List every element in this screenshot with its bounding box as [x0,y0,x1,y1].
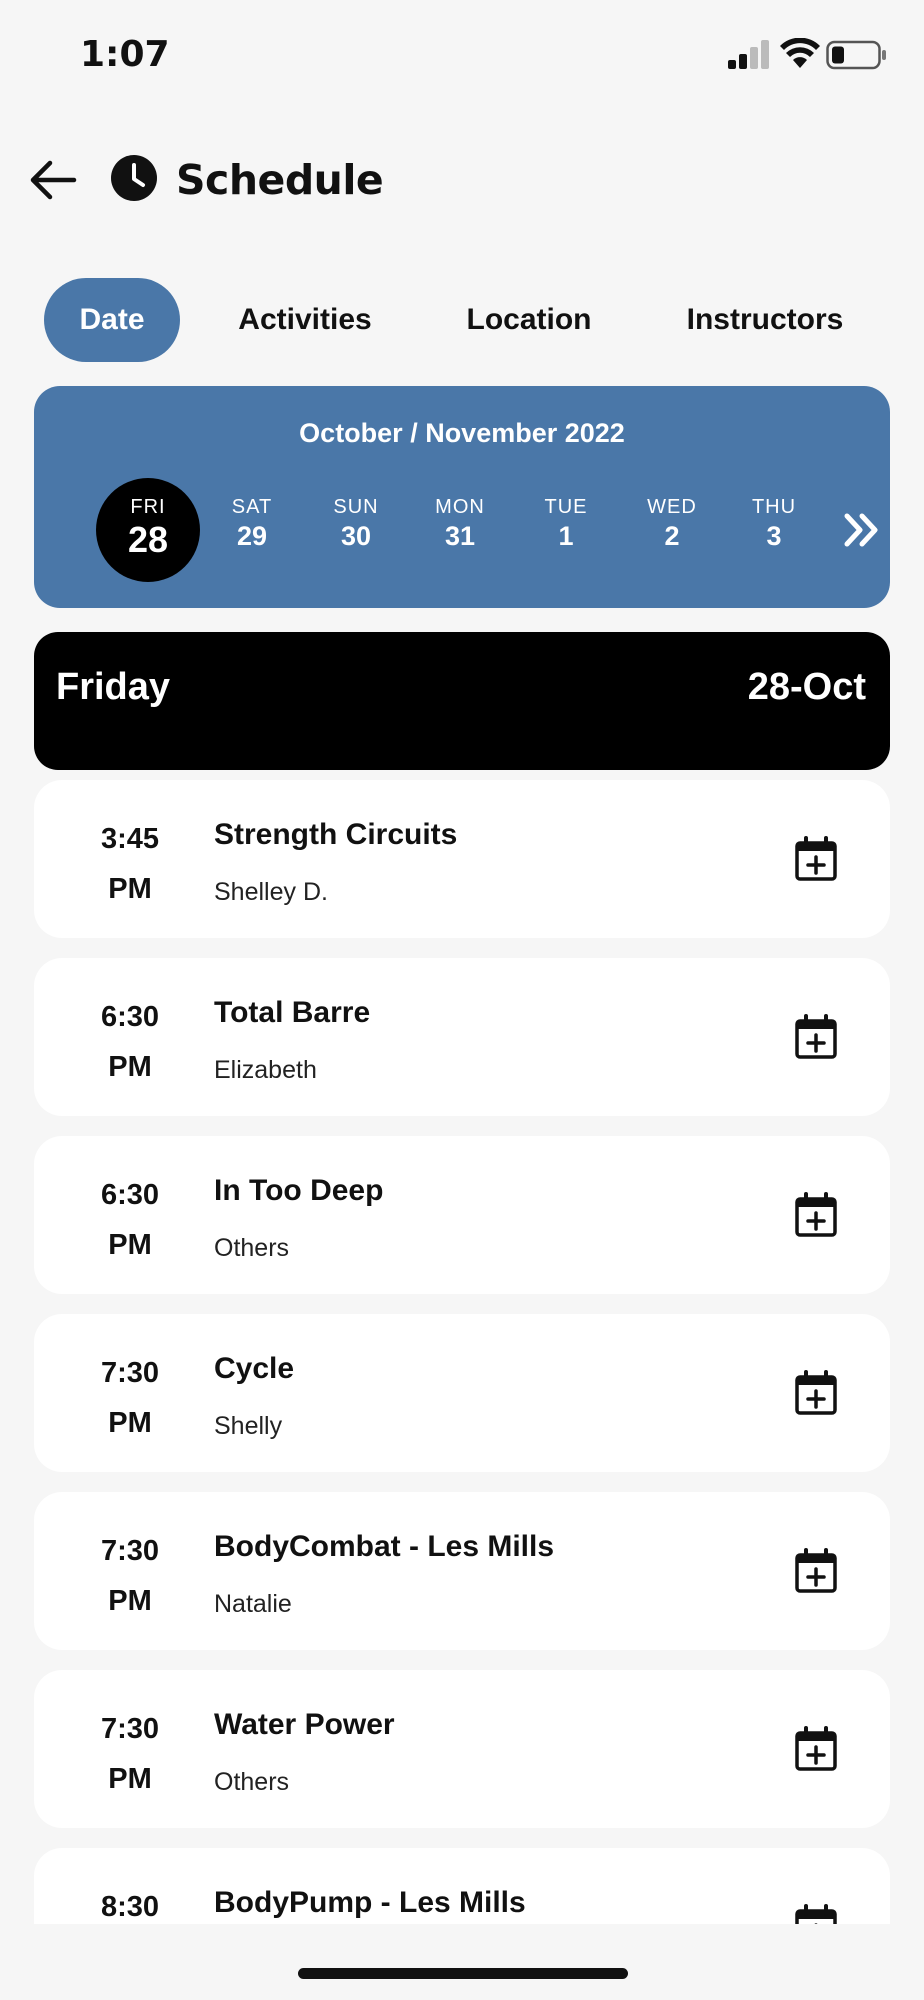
class-time: 8:30 PM [70,1882,190,1924]
clock-icon [111,155,157,201]
class-name: BodyPump - Les Mills [214,1886,526,1919]
class-time: 6:30 PM [70,992,190,1092]
class-name: Water Power [214,1708,395,1741]
day-number: 3 [766,521,782,551]
day-mon-31[interactable]: MON 31 [408,478,512,582]
day-name: THU [751,496,797,518]
page-title: Schedule [176,156,384,204]
class-time: 7:30 PM [70,1704,190,1804]
tab-date[interactable]: Date [44,278,180,362]
day-sat-29[interactable]: SAT 29 [200,478,304,582]
day-header-date: 28-Oct [747,666,866,708]
class-card[interactable]: 7:30 PM Cycle Shelly [34,1314,890,1472]
class-time-value: 3:45 [100,823,160,855]
class-card[interactable]: 7:30 PM BodyCombat - Les Mills Natalie [34,1492,890,1650]
calendar-add-icon[interactable] [794,1370,838,1416]
class-instructor: Others [214,1768,290,1796]
class-time-ampm: PM [108,1585,152,1617]
class-instructor: Elizabeth [214,1056,317,1084]
day-tue-1[interactable]: TUE 1 [514,478,618,582]
class-time-value: 7:30 [100,1357,160,1389]
day-name: WED [647,496,697,518]
double-chevron-right-icon[interactable] [842,510,882,550]
class-card[interactable]: 7:30 PM Water Power Others [34,1670,890,1828]
class-time-ampm: PM [108,1407,152,1439]
tab-activities[interactable]: Activities [220,278,390,362]
class-name: Total Barre [214,996,371,1029]
day-name: MON [435,496,485,518]
class-instructor: Shelley D. [214,878,328,906]
class-card[interactable]: 6:30 PM In Too Deep Others [34,1136,890,1294]
day-number: 28 [127,519,169,560]
calendar-add-icon[interactable] [794,1548,838,1594]
class-time-value: 8:30 [100,1891,160,1923]
day-name: FRI [130,496,166,518]
month-label: October / November 2022 [299,418,625,448]
day-name: SUN [333,496,379,518]
day-fri-28[interactable]: FRI 28 [96,478,200,582]
day-header: Friday 28-Oct [34,632,890,770]
day-wed-2[interactable]: WED 2 [620,478,724,582]
class-time-value: 7:30 [100,1535,160,1567]
class-card[interactable]: 8:30 PM BodyPump - Les Mills [34,1848,890,1924]
day-number: 2 [664,521,680,551]
class-time-ampm: PM [108,1229,152,1261]
class-list: 3:45 PM Strength Circuits Shelley D. 6:3… [0,780,924,1924]
class-time-value: 7:30 [100,1713,160,1745]
class-name: Strength Circuits [214,818,458,851]
class-card[interactable]: 6:30 PM Total Barre Elizabeth [34,958,890,1116]
tab-instructors[interactable]: Instructors [674,278,856,362]
class-time-ampm: PM [108,873,152,905]
class-time-ampm: PM [108,1763,152,1795]
battery-icon [826,40,886,70]
day-number: 30 [340,521,372,551]
class-time-ampm: PM [108,1051,152,1083]
class-time-value: 6:30 [100,1001,160,1033]
calendar-add-icon[interactable] [794,836,838,882]
class-time: 6:30 PM [70,1170,190,1270]
calendar-add-icon[interactable] [794,1014,838,1060]
class-name: Cycle [214,1352,295,1385]
status-bar: 1:07 [0,0,924,110]
class-time: 7:30 PM [70,1526,190,1626]
calendar-add-icon[interactable] [794,1904,838,1924]
home-indicator [298,1968,628,1979]
wifi-icon [780,38,820,68]
back-button[interactable] [28,158,78,202]
day-number: 31 [444,521,476,551]
status-time: 1:07 [80,34,170,75]
date-selector: October / November 2022 FRI 28 SAT 29 SU… [34,386,890,608]
app-header: Schedule [0,140,924,220]
class-card[interactable]: 3:45 PM Strength Circuits Shelley D. [34,780,890,938]
class-name: In Too Deep [214,1174,384,1207]
class-instructor: Shelly [214,1412,283,1440]
class-instructor: Others [214,1234,290,1262]
class-name: BodyCombat - Les Mills [214,1530,555,1563]
day-header-weekday: Friday [56,666,171,708]
class-time: 3:45 PM [70,814,190,914]
day-number: 29 [236,521,268,551]
signal-icon [728,40,769,69]
filter-tabs: Date Activities Location Instructors [0,278,924,362]
day-name: TUE [544,496,588,518]
class-time: 7:30 PM [70,1348,190,1448]
tab-location[interactable]: Location [444,278,614,362]
class-time-value: 6:30 [100,1179,160,1211]
day-number: 1 [558,521,574,551]
calendar-add-icon[interactable] [794,1192,838,1238]
day-name: SAT [231,496,273,518]
day-thu-3[interactable]: THU 3 [722,478,826,582]
day-sun-30[interactable]: SUN 30 [304,478,408,582]
class-instructor: Natalie [214,1590,292,1618]
calendar-add-icon[interactable] [794,1726,838,1772]
